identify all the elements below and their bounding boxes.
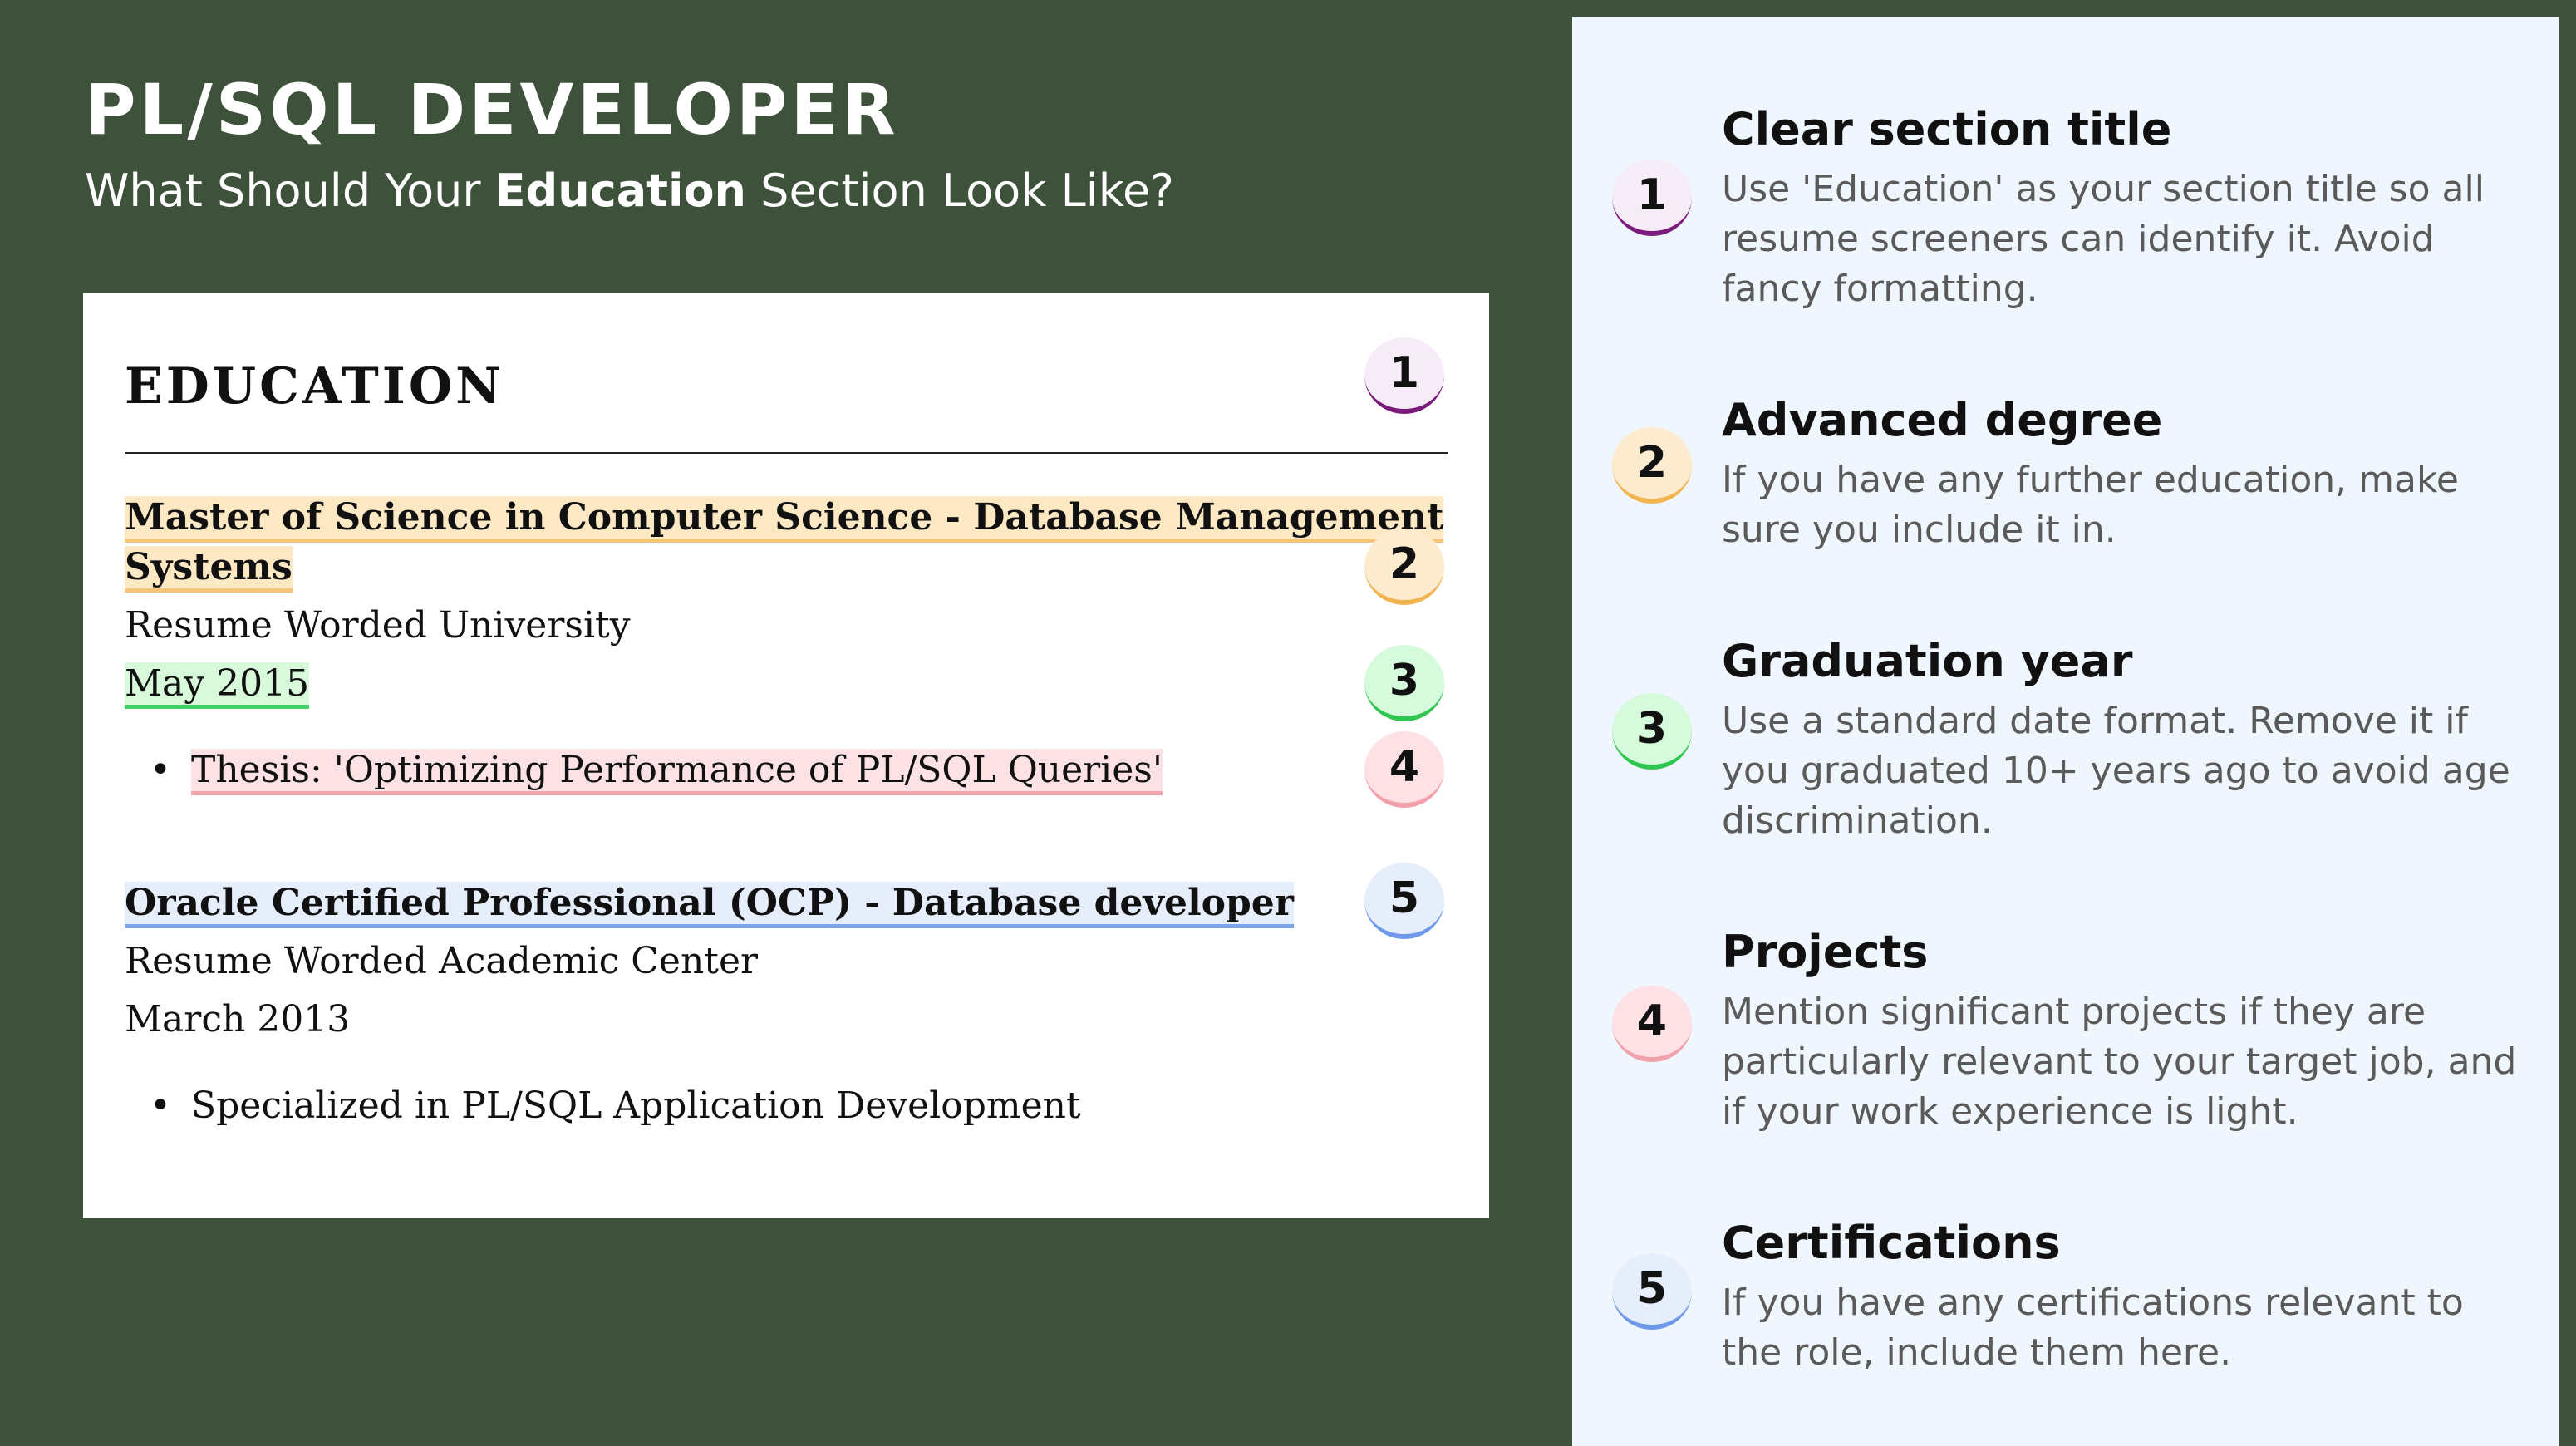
tips-panel: 1 Clear section title Use 'Education' as… [1572,17,2559,1446]
certification-highlight: Oracle Certified Professional (OCP) - Da… [125,882,1294,928]
tip-title: Certifications [1722,1217,2061,1269]
subtitle-prefix: What Should Your [85,165,495,217]
thesis-highlight: Thesis: 'Optimizing Performance of PL/SQ… [191,749,1163,795]
marker-2: 2 [1364,529,1444,605]
bullet-dot: • [150,749,171,791]
tip-title: Clear section title [1722,103,2172,155]
tip-graduation-year: Graduation year Use a standard date form… [1722,633,2519,846]
tip-text: Mention significant projects if they are… [1722,990,2517,1133]
date-highlight: May 2015 [125,662,310,709]
certification-date: March 2013 [125,998,351,1040]
marker-5: 5 [1364,863,1444,939]
tip-marker-1: 1 [1612,160,1692,236]
tip-marker-4: 4 [1612,986,1692,1062]
resume-education-card: EDUCATION 1 Master of Science in Compute… [83,293,1489,1218]
marker-1: 1 [1364,337,1444,414]
certification-school: Resume Worded Academic Center [125,940,759,982]
tip-projects: Projects Mention significant projects if… [1722,924,2519,1137]
tip-marker-2: 2 [1612,427,1692,504]
tip-marker-5: 5 [1612,1253,1692,1330]
marker-4: 4 [1364,731,1444,808]
specialization-bullet: • Specialized in PL/SQL Application Devel… [150,1082,1081,1129]
tip-text: Use 'Education' as your section title so… [1722,167,2485,310]
degree-highlight: Master of Science in Computer Science - … [125,496,1444,543]
tip-advanced-degree: Advanced degree If you have any further … [1722,392,2519,555]
subtitle-suffix: Section Look Like? [746,165,1174,217]
page-title: PL/SQL DEVELOPER [85,69,899,150]
section-divider [125,452,1448,454]
school-name: Resume Worded University [125,604,631,647]
specialization-text: Specialized in PL/SQL Application Develo… [191,1084,1081,1127]
certification-title: Oracle Certified Professional (OCP) - Da… [125,879,1294,928]
page-subtitle: What Should Your Education Section Look … [85,165,1174,219]
education-section-title: EDUCATION [125,357,504,416]
tip-title: Graduation year [1722,635,2133,687]
degree-highlight-cont: Systems [125,546,293,593]
tip-certifications: Certifications If you have any certifica… [1722,1215,2519,1378]
tip-text: Use a standard date format. Remove it if… [1722,699,2510,842]
tip-title: Projects [1722,926,1929,978]
tip-marker-3: 3 [1612,693,1692,770]
marker-3: 3 [1364,645,1444,721]
bullet-dot: • [150,1084,171,1127]
tip-text: If you have any certifications relevant … [1722,1281,2464,1374]
graduation-date: May 2015 [125,660,310,709]
tip-clear-section-title: Clear section title Use 'Education' as y… [1722,101,2519,314]
degree-title-line1: Master of Science in Computer Science - … [125,494,1444,543]
degree-title-line2: Systems [125,543,293,593]
thesis-bullet: • Thesis: 'Optimizing Performance of PL/S… [150,746,1163,795]
tip-text: If you have any further education, make … [1722,458,2459,551]
subtitle-emphasis: Education [494,165,747,217]
tip-title: Advanced degree [1722,394,2163,446]
